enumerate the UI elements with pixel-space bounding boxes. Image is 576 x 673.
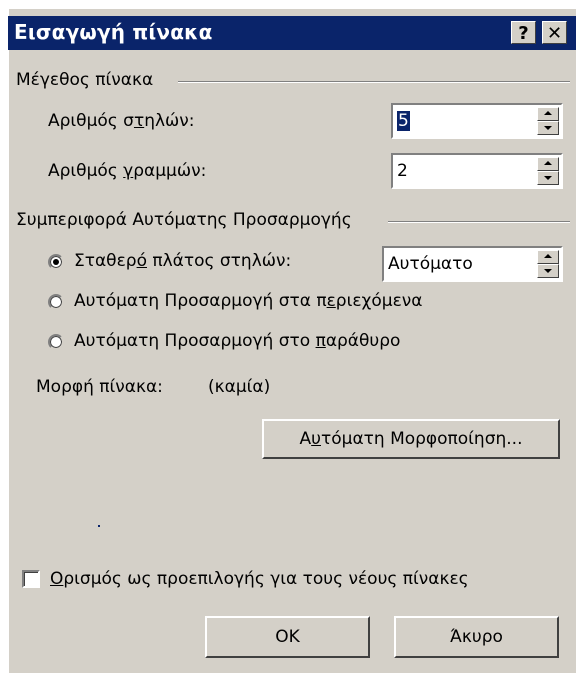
rows-spinner[interactable]: 2 [391,153,563,189]
fixed-width-up-arrow-icon[interactable] [537,250,559,264]
rows-value[interactable]: 2 [397,161,408,181]
help-button[interactable]: ? [511,21,536,44]
columns-down-arrow-icon[interactable] [537,121,559,135]
autofit-contents-radio[interactable] [48,294,64,310]
table-format-label: Μορφή πίνακα: [36,377,163,397]
rows-up-arrow-icon[interactable] [537,157,559,171]
set-default-checkbox[interactable] [22,570,40,588]
autofit-window-label[interactable]: Αυτόματη Προσαρμογή στο παράθυρο [74,331,400,351]
fixed-width-down-arrow-icon[interactable] [537,264,559,278]
fixed-width-spinner[interactable]: Αυτόματο [382,246,563,282]
focus-dot [98,525,100,527]
fixed-width-label[interactable]: Σταθερό πλάτος στηλών: [74,251,291,271]
insert-table-dialog: Εισαγωγή πίνακα ? ✕ Μέγεθος πίνακα Αριθμ… [8,8,576,673]
columns-up-arrow-icon[interactable] [537,107,559,121]
autofit-group-label: Συμπεριφορά Αυτόματης Προσαρμογής [16,210,362,230]
table-format-value: (καμία) [208,377,271,397]
dialog-title: Εισαγωγή πίνακα [14,20,213,44]
fixed-width-value[interactable]: Αυτόματο [388,254,473,274]
close-button[interactable]: ✕ [542,21,567,44]
autoformat-button[interactable]: Αυτόματη Μορφοποίηση... [262,419,560,459]
size-group-divider [178,81,570,83]
columns-value[interactable]: 5 [397,111,410,131]
rows-label: Αριθμός γραμμών: [48,161,207,181]
fixed-width-radio[interactable] [48,254,64,270]
columns-label: Αριθμός στηλών: [48,111,195,131]
size-group-label: Μέγεθος πίνακα [16,70,164,90]
cancel-button[interactable]: Άκυρο [394,616,559,658]
columns-spinner[interactable]: 5 [391,103,563,139]
autofit-group-divider [388,221,570,223]
rows-down-arrow-icon[interactable] [537,171,559,185]
autofit-contents-label[interactable]: Αυτόματη Προσαρμογή στα περιεχόμενα [74,291,422,311]
autofit-window-radio[interactable] [48,334,64,350]
set-default-label[interactable]: Ορισμός ως προεπιλογής για τους νέους πί… [50,569,469,589]
title-bar: Εισαγωγή πίνακα ? ✕ [8,16,576,50]
ok-button[interactable]: ΟΚ [205,616,370,658]
